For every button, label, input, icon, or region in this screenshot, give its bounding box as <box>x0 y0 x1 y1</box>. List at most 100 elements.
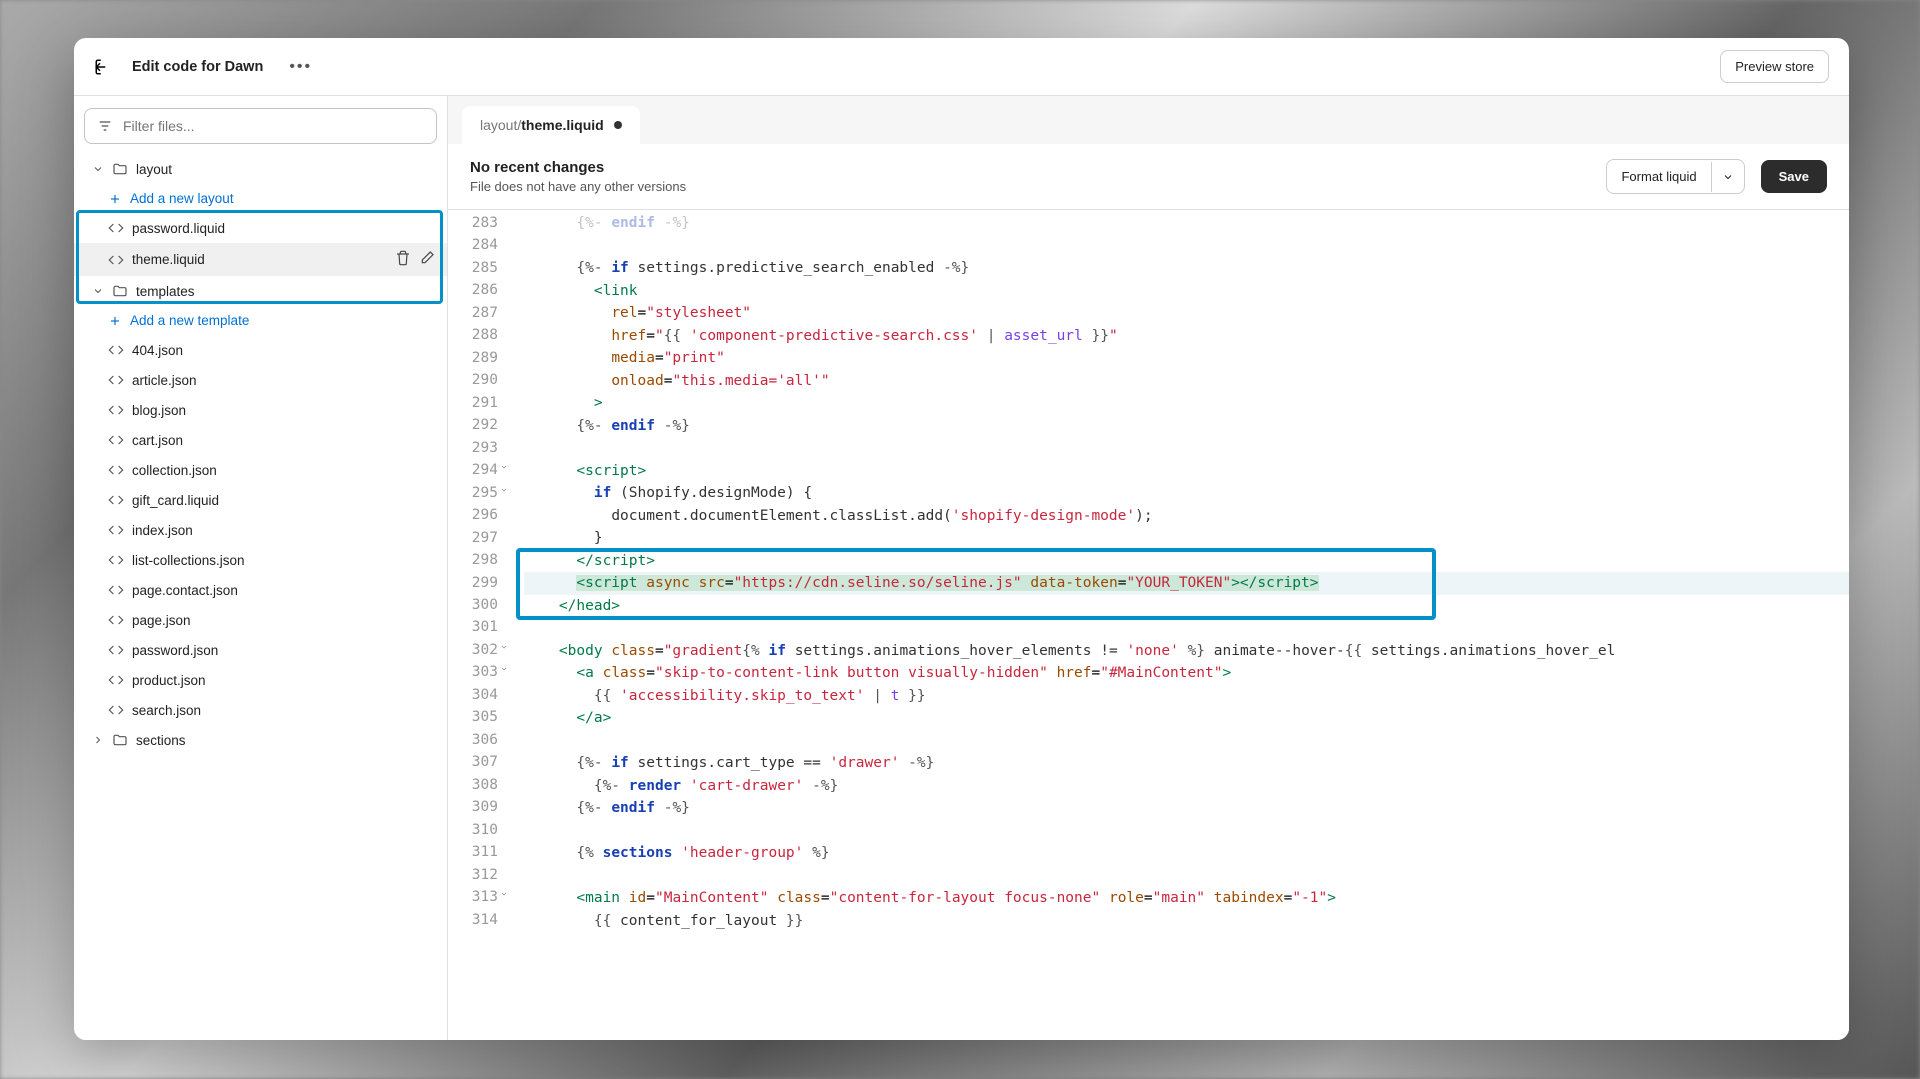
code-line-301[interactable] <box>524 617 1849 640</box>
file-label: article.json <box>132 373 197 388</box>
code-line-290[interactable]: onload="this.media='all'" <box>524 370 1849 393</box>
file-page-json[interactable]: page.json <box>74 605 447 635</box>
file-theme-liquid[interactable]: theme.liquid <box>74 243 447 276</box>
topbar-left: Edit code for Dawn ••• <box>94 58 318 76</box>
code-line-289[interactable]: media="print" <box>524 347 1849 370</box>
editor-header-actions: Format liquid Save <box>1606 159 1827 194</box>
folder-sections[interactable]: sections <box>74 725 447 755</box>
code-line-299[interactable]: <script async src="https://cdn.seline.so… <box>524 572 1849 595</box>
code-line-310[interactable] <box>524 820 1849 843</box>
editor-header-info: No recent changes File does not have any… <box>470 159 686 194</box>
file-label: 404.json <box>132 343 183 358</box>
file-label: page.contact.json <box>132 583 238 598</box>
code-line-294[interactable]: <script> <box>524 460 1849 483</box>
format-liquid-label: Format liquid <box>1607 160 1710 193</box>
file-gift_card-liquid[interactable]: gift_card.liquid <box>74 485 447 515</box>
more-menu-icon[interactable]: ••• <box>283 58 318 76</box>
code-line-285[interactable]: {%- if settings.predictive_search_enable… <box>524 257 1849 280</box>
code-line-313[interactable]: <main id="MainContent" class="content-fo… <box>524 887 1849 910</box>
folder-label: templates <box>136 284 195 299</box>
add-link-label: Add a new layout <box>130 191 234 206</box>
code-line-297[interactable]: } <box>524 527 1849 550</box>
code-line-291[interactable]: > <box>524 392 1849 415</box>
editor-tab[interactable]: layout/theme.liquid <box>462 106 640 144</box>
file-list-collections-json[interactable]: list-collections.json <box>74 545 447 575</box>
folder-label: layout <box>136 162 172 177</box>
file-label: collection.json <box>132 463 217 478</box>
file-page-contact-json[interactable]: page.contact.json <box>74 575 447 605</box>
file-article-json[interactable]: article.json <box>74 365 447 395</box>
code-line-306[interactable] <box>524 730 1849 753</box>
code-line-286[interactable]: <link <box>524 280 1849 303</box>
rename-file-icon[interactable] <box>419 250 435 269</box>
tab-bar: layout/theme.liquid <box>448 96 1849 144</box>
delete-file-icon[interactable] <box>395 250 411 269</box>
file-label: product.json <box>132 673 206 688</box>
file-product-json[interactable]: product.json <box>74 665 447 695</box>
code-line-295[interactable]: if (Shopify.designMode) { <box>524 482 1849 505</box>
file-404-json[interactable]: 404.json <box>74 335 447 365</box>
file-label: theme.liquid <box>132 252 205 267</box>
file-label: password.json <box>132 643 218 658</box>
file-collection-json[interactable]: collection.json <box>74 455 447 485</box>
folder-templates[interactable]: templates <box>74 276 447 306</box>
code-line-302[interactable]: <body class="gradient{% if settings.anim… <box>524 640 1849 663</box>
file-blog-json[interactable]: blog.json <box>74 395 447 425</box>
code-line-308[interactable]: {%- render 'cart-drawer' -%} <box>524 775 1849 798</box>
code-line-303[interactable]: <a class="skip-to-content-link button vi… <box>524 662 1849 685</box>
file-tree: layout Add a new layout password.liquid the… <box>74 154 447 1040</box>
tab-filename: theme.liquid <box>521 117 603 133</box>
file-label: page.json <box>132 613 191 628</box>
file-sidebar: layout Add a new layout password.liquid the… <box>74 96 448 1040</box>
code-line-307[interactable]: {%- if settings.cart_type == 'drawer' -%… <box>524 752 1849 775</box>
file-search-json[interactable]: search.json <box>74 695 447 725</box>
code-line-300[interactable]: </head> <box>524 595 1849 618</box>
file-label: password.liquid <box>132 221 225 236</box>
code-line-288[interactable]: href="{{ 'component-predictive-search.cs… <box>524 325 1849 348</box>
code-line-293[interactable] <box>524 437 1849 460</box>
file-label: list-collections.json <box>132 553 245 568</box>
format-dropdown-icon[interactable] <box>1711 162 1744 192</box>
code-line-305[interactable]: </a> <box>524 707 1849 730</box>
file-label: search.json <box>132 703 201 718</box>
unsaved-indicator-icon <box>614 121 622 129</box>
recent-changes-title: No recent changes <box>470 159 686 176</box>
code-line-312[interactable] <box>524 865 1849 888</box>
editor-header: No recent changes File does not have any… <box>448 144 1849 210</box>
code-line-283[interactable]: {%- endif -%} <box>524 212 1849 235</box>
exit-icon[interactable] <box>94 58 112 76</box>
code-editor[interactable]: 2832842852862872882892902912922932942952… <box>448 210 1849 1040</box>
code-line-287[interactable]: rel="stylesheet" <box>524 302 1849 325</box>
code-line-298[interactable]: </script> <box>524 550 1849 573</box>
code-line-296[interactable]: document.documentElement.classList.add('… <box>524 505 1849 528</box>
add-layout-link[interactable]: Add a new layout <box>74 184 447 213</box>
code-content[interactable]: {%- endif -%} {%- if settings.predictive… <box>504 210 1849 1040</box>
format-liquid-button[interactable]: Format liquid <box>1606 159 1744 194</box>
editor-area: layout/theme.liquid No recent changes Fi… <box>448 96 1849 1040</box>
page-title: Edit code for Dawn <box>132 59 263 75</box>
code-line-292[interactable]: {%- endif -%} <box>524 415 1849 438</box>
folder-label: sections <box>136 733 186 748</box>
code-line-284[interactable] <box>524 235 1849 258</box>
save-button[interactable]: Save <box>1761 160 1827 193</box>
add-templates-link[interactable]: Add a new template <box>74 306 447 335</box>
line-gutter: 2832842852862872882892902912922932942952… <box>448 210 504 1040</box>
file-password-liquid[interactable]: password.liquid <box>74 213 447 243</box>
code-line-314[interactable]: {{ content_for_layout }} <box>524 910 1849 933</box>
code-line-311[interactable]: {% sections 'header-group' %} <box>524 842 1849 865</box>
folder-layout[interactable]: layout <box>74 154 447 184</box>
file-index-json[interactable]: index.json <box>74 515 447 545</box>
code-line-304[interactable]: {{ 'accessibility.skip_to_text' | t }} <box>524 685 1849 708</box>
app-window: Edit code for Dawn ••• Preview store lay… <box>74 38 1849 1040</box>
preview-store-button[interactable]: Preview store <box>1720 50 1829 83</box>
tab-path-prefix: layout/ <box>480 117 521 133</box>
file-password-json[interactable]: password.json <box>74 635 447 665</box>
filter-files-input[interactable] <box>84 108 437 144</box>
filter-input-field[interactable] <box>123 118 424 134</box>
file-label: blog.json <box>132 403 186 418</box>
file-label: index.json <box>132 523 193 538</box>
code-line-309[interactable]: {%- endif -%} <box>524 797 1849 820</box>
file-label: cart.json <box>132 433 183 448</box>
recent-changes-subtitle: File does not have any other versions <box>470 179 686 194</box>
file-cart-json[interactable]: cart.json <box>74 425 447 455</box>
